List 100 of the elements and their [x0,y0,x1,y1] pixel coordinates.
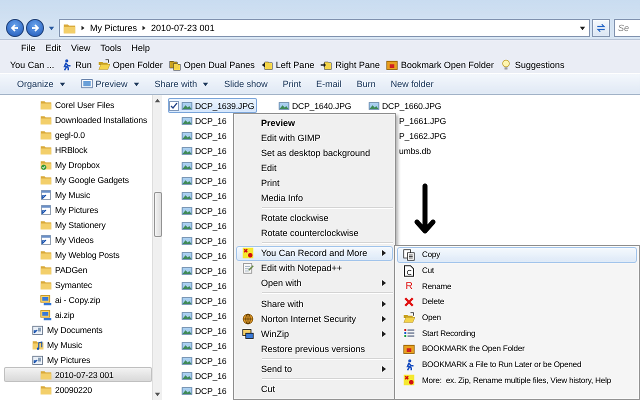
toolbar-button[interactable]: Left Pane [260,58,314,70]
photo-list-item[interactable]: DCP_16 [168,143,230,158]
photo-list-item[interactable]: DCP_16 [168,233,230,248]
tree-item[interactable]: My Dropbox [4,157,152,172]
tree-item[interactable]: My Music [4,187,152,202]
menu-item[interactable]: Help [126,43,155,53]
search-field[interactable]: Se [614,19,640,37]
photo-list-item[interactable]: DCP_1640.JPG [277,98,354,113]
menu-item[interactable]: More: ex. Zip, Rename multiple files, View history, Help [397,372,637,388]
toolbar-button[interactable]: Suggestions [500,58,564,70]
photo-list-item[interactable]: DCP_16 [168,338,230,353]
photo-list-item[interactable]: DCP_16 [168,248,230,263]
tree-item[interactable]: Corel User Files [4,97,152,112]
toolbar-button[interactable]: You Can ... [10,60,54,70]
menu-item[interactable]: Print [236,175,393,190]
menu-item[interactable]: File [16,43,41,53]
menu-item[interactable]: Rotate clockwise [236,210,393,226]
menu-item[interactable]: Share with [236,296,393,312]
menu-item[interactable]: Copy [397,247,637,263]
tree-item[interactable]: 20090220 [4,382,152,397]
photo-list-item[interactable]: DCP_16 [168,218,230,233]
tree-item[interactable]: Downloaded Installations [4,112,152,127]
address-field[interactable]: My Pictures 2010-07-23 001 [59,19,590,37]
photo-list-item[interactable]: DCP_16 [168,173,230,188]
back-button[interactable] [6,19,24,37]
refresh-button[interactable] [592,19,610,37]
tree-item[interactable]: My Google Gadgets [4,172,152,187]
forward-button[interactable] [26,19,44,37]
tree-item[interactable]: ai.zip [4,307,152,322]
toolbar-button[interactable]: Open Dual Panes [168,58,255,70]
tree-item[interactable]: My Documents [4,322,152,337]
tree-item[interactable]: My Weblog Posts [4,247,152,262]
command-button[interactable]: Organize [12,74,76,94]
menu-item[interactable]: View [66,43,96,53]
folder-icon [40,248,52,260]
tree-item[interactable]: HRBlock [4,142,152,157]
photo-list-item[interactable]: DCP_16 [168,293,230,308]
command-button[interactable]: Preview [76,74,150,94]
folder-icon [40,128,52,140]
menu-item[interactable]: Set as desktop background [236,145,393,160]
photo-list-item[interactable]: DCP_16 [168,353,230,368]
tree-item[interactable]: 2010-07-23 001 [4,367,152,382]
menu-item[interactable]: Restore previous versions [236,341,393,356]
command-button[interactable]: Slide show [219,74,278,94]
photo-list-item[interactable]: DCP_16 [168,128,230,143]
tree-item[interactable]: Symantec [4,277,152,292]
command-button[interactable]: E-mail [311,74,352,94]
photo-list-item[interactable]: DCP_1639.JPG [168,98,258,113]
menu-item[interactable]: Start Recording [397,325,637,342]
photo-list-item[interactable]: DCP_16 [168,188,230,203]
menu-item[interactable]: Rotate counterclockwise [236,225,393,240]
menu-item[interactable]: BOOKMARK a File to Run Later or be Opened [397,356,637,372]
menu-item[interactable]: Edit with Notepad++ [236,260,393,276]
tree-item[interactable]: My Pictures [4,352,152,367]
command-button[interactable]: New folder [386,74,444,94]
command-button[interactable]: Print [278,74,312,94]
menu-item[interactable]: Cut [236,382,393,397]
menu-item[interactable]: Cut [397,262,637,278]
menu-item[interactable]: Send to [236,362,393,376]
photo-list-item[interactable]: DCP_16 [168,263,230,278]
photo-list-item[interactable]: DCP_16 [168,308,230,323]
menu-item[interactable]: Delete [397,294,637,310]
tree-item[interactable]: My Stationery [4,217,152,232]
menu-item[interactable]: Edit [40,43,66,53]
photo-list-item[interactable]: DCP_16 [168,203,230,218]
menu-item[interactable]: Open with [236,276,393,291]
menu-item[interactable]: R Rename [397,278,637,294]
tree-item[interactable]: ai - Copy.zip [4,292,152,307]
menu-item[interactable]: You Can Record and More [236,246,393,261]
photo-list-item[interactable]: DCP_16 [168,278,230,293]
photo-list-item[interactable]: DCP_16 [168,323,230,338]
photo-list-item[interactable]: DCP_16 [168,158,230,173]
command-button[interactable]: Burn [352,74,386,94]
scroll-thumb[interactable] [154,192,162,237]
menu-item[interactable]: Preview [236,115,393,130]
menu-item[interactable]: Open [397,310,637,326]
tree-item[interactable]: My Pictures [4,202,152,217]
menu-item[interactable]: Tools [95,43,126,53]
photo-list-item[interactable]: DCP_16 [168,368,230,383]
command-button[interactable]: Share with [150,74,220,94]
tree-item[interactable]: My Videos [4,232,152,247]
tree-item[interactable]: PADGen [4,262,152,277]
toolbar-button[interactable]: Run [60,58,92,70]
breadcrumb-item[interactable]: My Pictures [90,23,138,33]
tree-item[interactable]: My Music [4,337,152,352]
toolbar-button[interactable]: Right Pane [320,58,380,70]
page-icon [403,264,415,277]
menu-item[interactable]: Edit [236,160,393,175]
menu-item[interactable]: Norton Internet Security [236,311,393,326]
menu-item[interactable]: Edit with GIMP [236,130,393,145]
menu-item[interactable]: BOOKMARK the Open Folder [397,341,637,357]
toolbar-button[interactable]: Open Folder [98,58,163,70]
photo-list-item[interactable]: DCP_1660.JPG [367,98,444,113]
menu-item[interactable]: Media Info [236,190,393,205]
tree-item[interactable]: gegl-0.0 [4,127,152,142]
breadcrumb-item[interactable]: 2010-07-23 001 [151,23,215,33]
toolbar-button[interactable]: Bookmark Open Folder [386,58,494,70]
photo-list-item[interactable]: DCP_16 [168,383,230,398]
menu-item[interactable]: WinZip [236,326,393,342]
photo-list-item[interactable]: DCP_16 [168,113,230,128]
